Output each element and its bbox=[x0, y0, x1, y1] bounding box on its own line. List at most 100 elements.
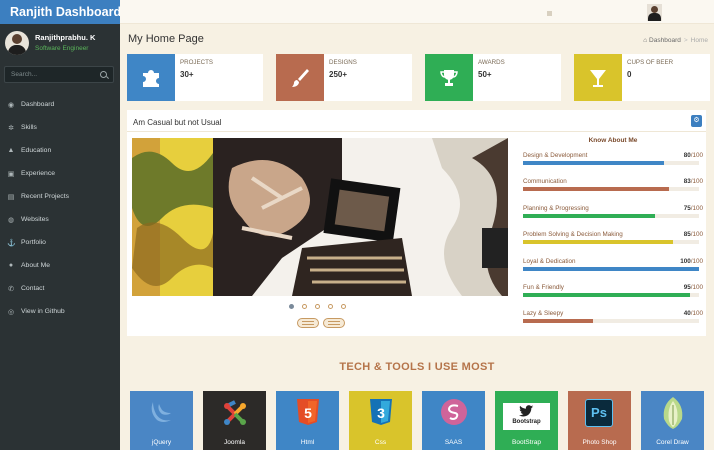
skill-progress-track bbox=[523, 161, 699, 165]
skill-row: Loyal & Dedication 100/100 bbox=[523, 258, 703, 284]
sidebar-item-experience[interactable]: ▣ Experience bbox=[0, 162, 120, 185]
coreldraw-icon bbox=[663, 397, 682, 429]
skill-max: /100 bbox=[690, 152, 703, 159]
carousel-dot-4[interactable] bbox=[328, 304, 333, 309]
tool-tile-saas[interactable]: SAAS bbox=[422, 391, 485, 450]
sidebar-item-education[interactable]: ▲ Education bbox=[0, 139, 120, 162]
search-input[interactable]: Search... bbox=[4, 66, 114, 83]
bootstrap-badge-label: Bootstrap bbox=[512, 419, 541, 425]
carousel-photo bbox=[132, 138, 508, 296]
skill-progress-fill bbox=[523, 161, 664, 165]
tech-title: TECH & TOOLS I USE MOST bbox=[339, 361, 495, 373]
sidebar-item-github[interactable]: ◎ View in Github bbox=[0, 300, 120, 323]
about-panel: Am Casual but not Usual ⚙ Know About Me … bbox=[127, 110, 706, 336]
skill-row: Communication 83/100 bbox=[523, 178, 703, 204]
stat-label: PROJECTS bbox=[180, 59, 214, 66]
sidebar-item-recent-projects[interactable]: ▤ Recent Projects bbox=[0, 185, 120, 208]
menu-icon[interactable] bbox=[547, 11, 552, 16]
joomla-icon bbox=[223, 400, 246, 425]
panel-title: Am Casual but not Usual bbox=[133, 118, 222, 127]
tool-label: Photo Shop bbox=[582, 439, 617, 446]
github-icon: ◎ bbox=[7, 308, 15, 316]
skill-max: /100 bbox=[690, 283, 703, 291]
globe-icon: ◍ bbox=[7, 216, 15, 224]
tool-tile-css[interactable]: 3 Css bbox=[349, 391, 412, 450]
css3-icon: 3 bbox=[369, 399, 392, 425]
skill-row: Planning & Progressing 75/100 bbox=[523, 205, 703, 231]
tool-tile-bootstrap[interactable]: Bootstrap BootStrap bbox=[495, 391, 558, 450]
file-icon: ▤ bbox=[7, 193, 15, 201]
divider bbox=[127, 131, 706, 132]
stat-value: 0 bbox=[627, 70, 632, 79]
skill-name: Lazy & Sleepy bbox=[523, 310, 564, 318]
carousel-prev-button[interactable] bbox=[297, 318, 319, 328]
brand-title[interactable]: Ranjith Dashboard bbox=[0, 0, 121, 24]
skill-value: 100/100 bbox=[680, 258, 703, 265]
carousel-dot-5[interactable] bbox=[341, 304, 346, 309]
skill-progress-track bbox=[523, 213, 699, 218]
skill-progress-track bbox=[523, 187, 699, 192]
tool-label: BootStrap bbox=[512, 439, 541, 446]
stat-label: DESIGNS bbox=[329, 59, 357, 66]
carousel-dot-3[interactable] bbox=[315, 304, 320, 309]
sidebar-item-about-me[interactable]: ● About Me bbox=[0, 254, 120, 277]
user-avatar[interactable] bbox=[647, 4, 662, 21]
stat-card-cups-of-beer: CUPS OF BEER 0 bbox=[574, 54, 710, 101]
skill-max: /100 bbox=[690, 257, 703, 265]
carousel-dot-2[interactable] bbox=[302, 304, 307, 309]
stat-card-awards: AWARDS 50+ bbox=[425, 54, 561, 101]
skill-progress-track bbox=[523, 266, 699, 271]
home-icon: ⌂ bbox=[643, 37, 648, 44]
page-title: My Home Page bbox=[128, 33, 204, 45]
skill-progress-fill bbox=[523, 319, 594, 324]
breadcrumb-dashboard-link[interactable]: Dashboard bbox=[649, 37, 681, 44]
tool-tile-html[interactable]: 5 Html bbox=[276, 391, 339, 450]
skill-max: /100 bbox=[690, 204, 703, 212]
tool-label: jQuery bbox=[151, 439, 172, 446]
skill-value: 75/100 bbox=[684, 205, 703, 212]
user-icon: ● bbox=[8, 262, 14, 269]
sidebar-item-label: Experience bbox=[21, 170, 56, 177]
skill-name: Planning & Progressing bbox=[523, 204, 589, 212]
stat-value: 50+ bbox=[478, 70, 492, 79]
tool-tile-coreldraw[interactable]: Corel Draw bbox=[641, 391, 704, 450]
photo-carousel[interactable] bbox=[132, 138, 508, 296]
skill-value: 83/100 bbox=[684, 178, 703, 185]
skill-name: Communication bbox=[523, 178, 567, 186]
skill-score: 100 bbox=[680, 257, 691, 265]
carousel-dot-1[interactable] bbox=[289, 304, 294, 309]
tool-tile-photoshop[interactable]: Ps Photo Shop bbox=[568, 391, 631, 450]
sidebar-item-portfolio[interactable]: ⚓ Portfolio bbox=[0, 231, 120, 254]
stat-value: 30+ bbox=[180, 70, 194, 79]
skill-name: Problem Solving & Decision Making bbox=[523, 231, 623, 239]
settings-icon[interactable]: ⚙ bbox=[691, 115, 702, 127]
tool-label: Html bbox=[300, 439, 315, 446]
sidebar-item-skills[interactable]: ✲ Skills bbox=[0, 116, 120, 139]
sidebar-item-label: Contact bbox=[21, 285, 45, 292]
skill-row: Fun & Friendly 95/100 bbox=[523, 284, 703, 310]
search-placeholder: Search... bbox=[11, 71, 38, 78]
carousel-next-button[interactable] bbox=[323, 318, 345, 328]
briefcase-icon: ▣ bbox=[7, 170, 15, 178]
tool-tile-jquery[interactable]: jQuery bbox=[130, 391, 193, 450]
skill-row: Design & Development 80/100 bbox=[523, 152, 703, 178]
search-icon[interactable] bbox=[100, 71, 107, 78]
svg-text:5: 5 bbox=[304, 405, 312, 421]
skill-name: Design & Development bbox=[523, 152, 588, 159]
sidebar-item-label: About Me bbox=[21, 262, 51, 269]
sidebar: Ranjith Dashboard Ranjithprabhu. K Softw… bbox=[0, 0, 121, 450]
profile-name: Ranjithprabhu. K bbox=[35, 33, 96, 42]
skill-progress-fill bbox=[523, 240, 673, 245]
tool-label: Corel Draw bbox=[656, 439, 689, 446]
skill-score: 40 bbox=[683, 310, 691, 318]
sidebar-item-dashboard[interactable]: ◉ Dashboard bbox=[0, 93, 120, 116]
skill-progress-track bbox=[523, 319, 699, 324]
tool-tile-joomla[interactable]: Joomla bbox=[203, 391, 266, 450]
sidebar-item-websites[interactable]: ◍ Websites bbox=[0, 208, 120, 231]
sidebar-item-contact[interactable]: ✆ Contact bbox=[0, 277, 120, 300]
sass-icon bbox=[440, 399, 467, 425]
skill-score: 75 bbox=[683, 204, 691, 212]
jquery-icon bbox=[151, 402, 171, 422]
skill-score: 83 bbox=[683, 178, 691, 186]
bootstrap-badge: Bootstrap bbox=[503, 403, 550, 430]
